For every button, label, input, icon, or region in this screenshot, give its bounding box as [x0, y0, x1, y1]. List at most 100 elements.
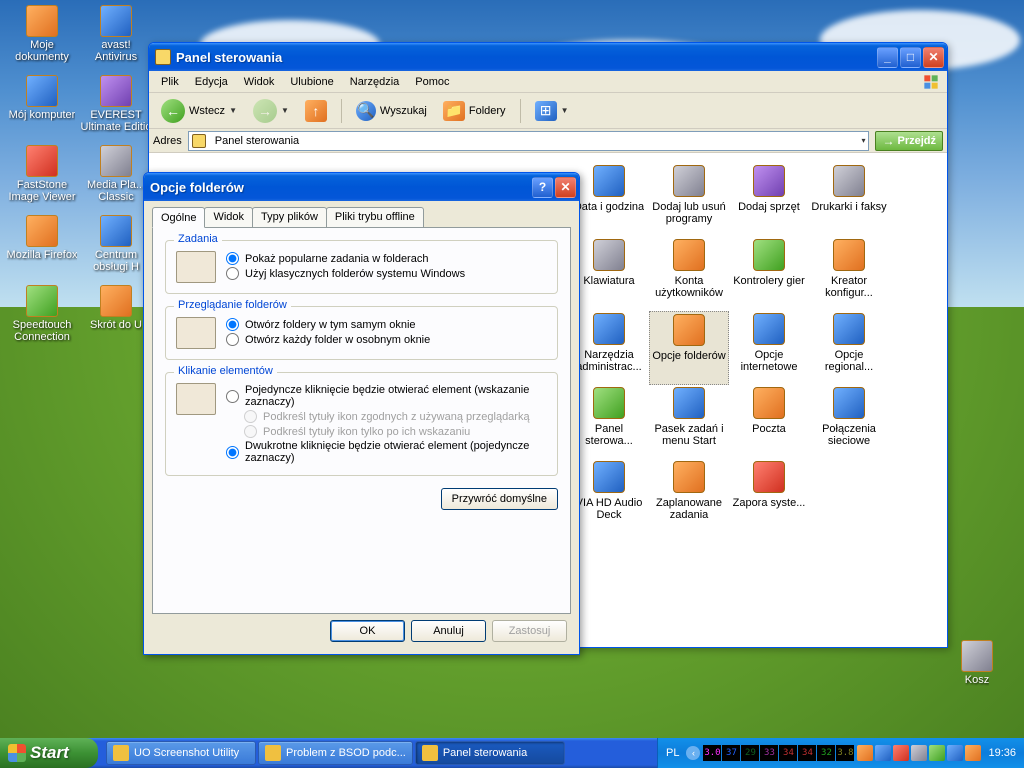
desktop-icon[interactable]: Centrum obsługi H: [79, 215, 153, 283]
cp-item-icon: [673, 165, 705, 197]
menu-edycja[interactable]: Edycja: [187, 74, 236, 90]
tasks-classic-radio[interactable]: Użyj klasycznych folderów systemu Window…: [226, 266, 547, 281]
tray-clock[interactable]: 19:36: [984, 747, 1016, 759]
maximize-button[interactable]: □: [900, 47, 921, 68]
tray-icon[interactable]: [929, 745, 945, 761]
recycle-bin[interactable]: Kosz: [940, 640, 1014, 708]
menu-pomoc[interactable]: Pomoc: [407, 74, 457, 90]
minimize-button[interactable]: _: [877, 47, 898, 68]
menu-ulubione[interactable]: Ulubione: [282, 74, 341, 90]
desktop-icon[interactable]: FastStone Image Viewer: [5, 145, 79, 213]
desktop-icon[interactable]: Moje dokumenty: [5, 5, 79, 73]
cancel-button[interactable]: Anuluj: [411, 620, 486, 642]
control-panel-item[interactable]: Data i godzina: [569, 163, 649, 237]
desktop-icon[interactable]: Media Pla... Classic: [79, 145, 153, 213]
cp-item-label: Opcje regional...: [811, 349, 887, 373]
tray-icon[interactable]: [965, 745, 981, 761]
forward-button[interactable]: →▼: [247, 97, 295, 125]
explorer-titlebar[interactable]: Panel sterowania _ □ ✕: [149, 43, 947, 71]
tray-expand-icon[interactable]: ‹: [686, 746, 700, 760]
control-panel-item[interactable]: Opcje internetowe: [729, 311, 809, 385]
control-panel-item[interactable]: Połączenia sieciowe: [809, 385, 889, 459]
help-button[interactable]: ?: [532, 177, 553, 198]
desktop-icon-label: Media Pla... Classic: [80, 179, 152, 203]
tray-icon[interactable]: [893, 745, 909, 761]
go-button[interactable]: →Przejdź: [875, 131, 943, 151]
folders-button[interactable]: 📁Foldery: [437, 99, 512, 123]
cp-item-label: Narzędzia administrac...: [571, 349, 647, 373]
menu-narzędzia[interactable]: Narzędzia: [342, 74, 408, 90]
tray-meter[interactable]: 34: [798, 745, 816, 761]
cp-item-label: Poczta: [752, 423, 786, 435]
control-panel-item[interactable]: Zaplanowane zadania: [649, 459, 729, 533]
desktop-icon-label: Mój komputer: [9, 109, 76, 121]
browse-group-title: Przeglądanie folderów: [174, 299, 291, 311]
control-panel-item[interactable]: Opcje folderów: [649, 311, 729, 385]
tab-widok[interactable]: Widok: [204, 207, 253, 227]
cp-item-icon: [753, 239, 785, 271]
control-panel-item[interactable]: Dodaj lub usuń programy: [649, 163, 729, 237]
control-panel-item[interactable]: Pasek zadań i menu Start: [649, 385, 729, 459]
desktop-icon[interactable]: Mój komputer: [5, 75, 79, 143]
control-panel-item[interactable]: Klawiatura: [569, 237, 649, 311]
tab-ogólne[interactable]: Ogólne: [152, 207, 205, 228]
tray-meter[interactable]: 3.0: [703, 745, 721, 761]
control-panel-item[interactable]: Drukarki i faksy: [809, 163, 889, 237]
tab-typy-plików[interactable]: Typy plików: [252, 207, 327, 227]
desktop-icon[interactable]: Speedtouch Connection: [5, 285, 79, 353]
apply-button: Zastosuj: [492, 620, 567, 642]
start-button[interactable]: Start: [0, 738, 98, 768]
control-panel-item[interactable]: Kontrolery gier: [729, 237, 809, 311]
desktop-icon[interactable]: avast! Antivirus: [79, 5, 153, 73]
address-input[interactable]: Panel sterowania ▾: [188, 131, 870, 151]
taskbar-task[interactable]: UO Screenshot Utility: [106, 741, 256, 765]
chevron-down-icon[interactable]: ▾: [861, 136, 865, 145]
back-button[interactable]: ←Wstecz▼: [155, 97, 243, 125]
control-panel-item[interactable]: Kreator konfigur...: [809, 237, 889, 311]
browse-own-radio[interactable]: Otwórz każdy folder w osobnym oknie: [226, 332, 547, 347]
control-panel-item[interactable]: Zapora syste...: [729, 459, 809, 533]
taskbar-task[interactable]: Problem z BSOD podc...: [258, 741, 413, 765]
tray-icon[interactable]: [875, 745, 891, 761]
tray-meter[interactable]: 33: [760, 745, 778, 761]
control-panel-item[interactable]: VIA HD Audio Deck: [569, 459, 649, 533]
menu-widok[interactable]: Widok: [236, 74, 283, 90]
tasks-common-radio[interactable]: Pokaż popularne zadania w folderach: [226, 251, 547, 266]
control-panel-item[interactable]: Poczta: [729, 385, 809, 459]
click-double-radio[interactable]: Dwukrotne kliknięcie będzie otwierać ele…: [226, 439, 547, 465]
cp-item-icon: [593, 165, 625, 197]
control-panel-item[interactable]: Opcje regional...: [809, 311, 889, 385]
search-button[interactable]: 🔍Wyszukaj: [350, 99, 433, 123]
desktop-icon[interactable]: Skrót do U: [79, 285, 153, 353]
tray-meter[interactable]: 37: [722, 745, 740, 761]
ok-button[interactable]: OK: [330, 620, 405, 642]
control-panel-item[interactable]: Dodaj sprzęt: [729, 163, 809, 237]
up-button[interactable]: ↑: [299, 98, 333, 124]
restore-defaults-button[interactable]: Przywróć domyślne: [441, 488, 558, 510]
control-panel-item[interactable]: Panel sterowa...: [569, 385, 649, 459]
menu-plik[interactable]: Plik: [153, 74, 187, 90]
tray-icon[interactable]: [857, 745, 873, 761]
taskbar-task[interactable]: Panel sterowania: [415, 741, 565, 765]
desktop-icon[interactable]: Mozilla Firefox: [5, 215, 79, 283]
dialog-titlebar[interactable]: Opcje folderów ? ✕: [144, 173, 579, 201]
tray-meter[interactable]: 34: [779, 745, 797, 761]
tab-pliki-trybu-offline[interactable]: Pliki trybu offline: [326, 207, 424, 227]
views-button[interactable]: ⊞▼: [529, 99, 575, 123]
desktop-icon-label: Speedtouch Connection: [6, 319, 78, 343]
tray-meter[interactable]: 3.8: [836, 745, 854, 761]
control-panel-item[interactable]: Konta użytkowników: [649, 237, 729, 311]
browse-same-radio[interactable]: Otwórz foldery w tym samym oknie: [226, 317, 547, 332]
tray-meter[interactable]: 29: [741, 745, 759, 761]
desktop-icon[interactable]: EVEREST Ultimate Editio: [79, 75, 153, 143]
tray-icon[interactable]: [911, 745, 927, 761]
task-label: Panel sterowania: [443, 747, 527, 759]
click-single-radio[interactable]: Pojedyncze kliknięcie będzie otwierać el…: [226, 383, 547, 409]
cp-item-label: Konta użytkowników: [651, 275, 727, 299]
close-button[interactable]: ✕: [555, 177, 576, 198]
tray-meter[interactable]: 32: [817, 745, 835, 761]
control-panel-item[interactable]: Narzędzia administrac...: [569, 311, 649, 385]
tray-icon[interactable]: [947, 745, 963, 761]
close-button[interactable]: ✕: [923, 47, 944, 68]
language-indicator[interactable]: PL: [662, 747, 683, 759]
